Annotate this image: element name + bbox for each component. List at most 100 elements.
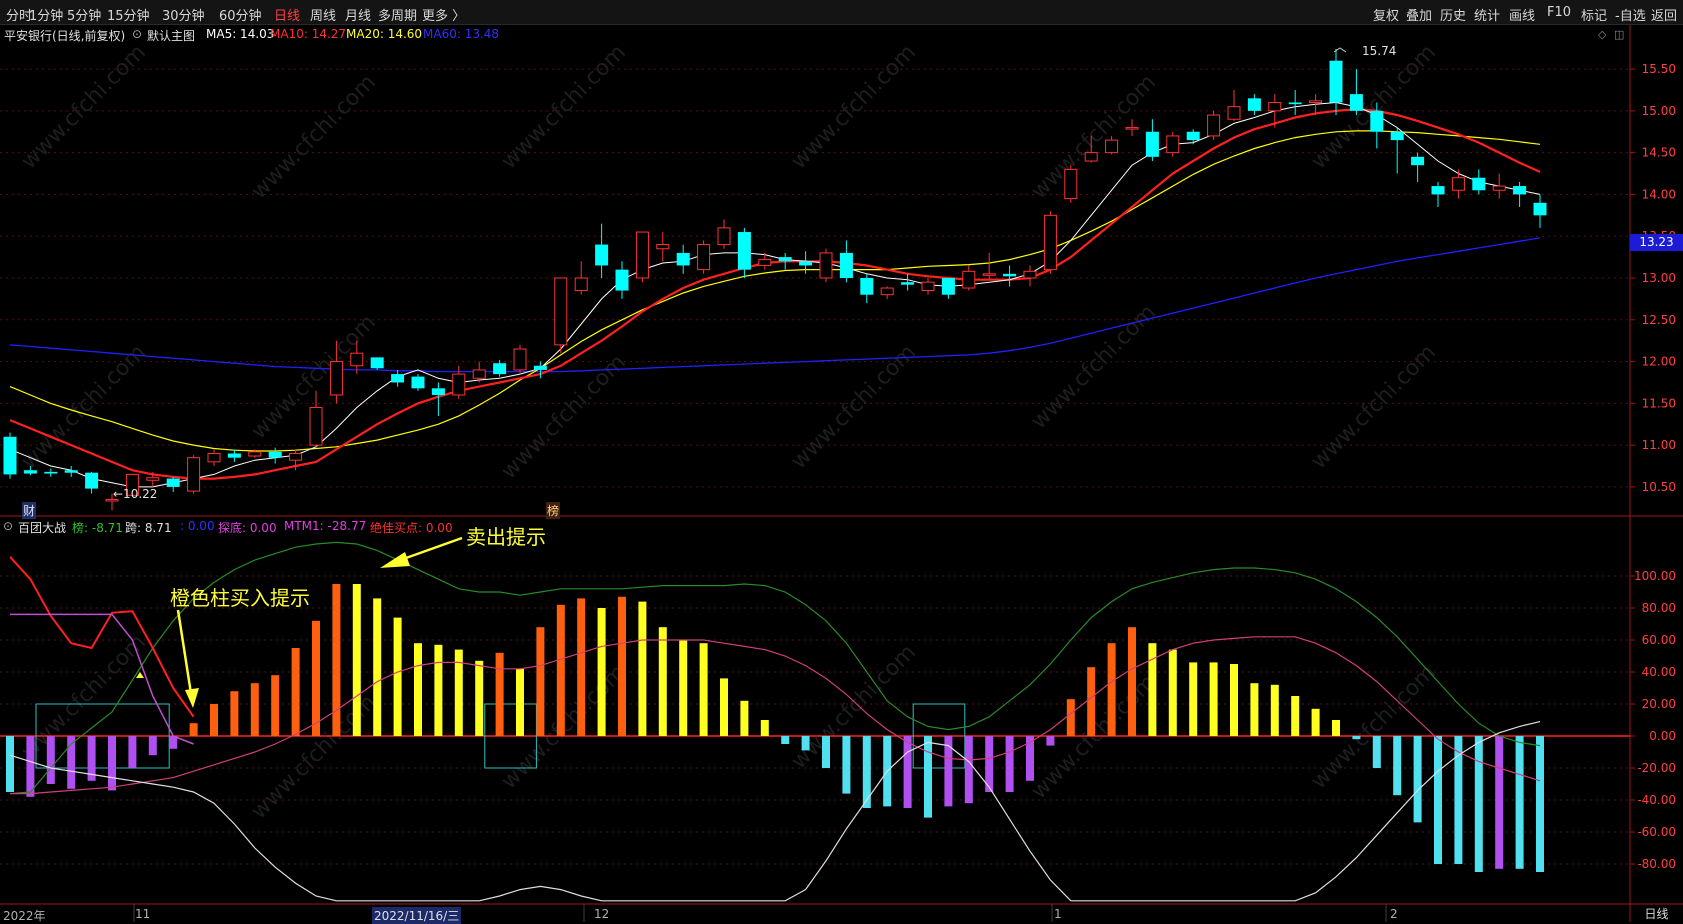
period-tab[interactable]: 1分钟 [29, 5, 63, 24]
candle-body-down [1329, 60, 1343, 103]
period-tab[interactable]: 多周期 [378, 5, 417, 24]
candle-body-down [391, 374, 405, 383]
indicator-bar [1066, 699, 1075, 736]
ma5-value: MA5: 14.03 [206, 27, 275, 41]
toolbar-button[interactable]: 历史 [1440, 5, 1466, 24]
indicator-bar [1168, 649, 1177, 736]
period-tab[interactable]: 周线 [310, 5, 336, 24]
indicator-bar [414, 643, 422, 736]
indicator-bar [1393, 736, 1402, 796]
period-tab[interactable]: 15分钟 [107, 5, 150, 24]
indicator-bar [128, 736, 137, 768]
indicator-bar [638, 601, 647, 736]
indicator-bar [699, 643, 708, 736]
candle-body-up [574, 277, 588, 292]
toolbar-button[interactable]: 统计 [1474, 5, 1500, 24]
time-label: 2 [1390, 907, 1398, 921]
buy-arrow-head [185, 688, 199, 708]
candle-body-up [1023, 270, 1037, 279]
indicator-bar [1107, 643, 1116, 736]
y-tick-label: 11.50 [1642, 396, 1676, 410]
candle-body-up [1227, 106, 1241, 120]
candle-body-down [431, 388, 445, 395]
candle-body-down [1370, 110, 1384, 132]
finance-marker[interactable]: 财 [22, 502, 37, 519]
candle-body-down [227, 453, 241, 458]
indicator-bar [740, 700, 749, 736]
candle-body-up [452, 373, 466, 396]
candle-body-down [1349, 94, 1363, 111]
main-chart-infoline: 平安银行(日线,前复权) ⊙ 默认主图 MA5: 14.03 MA10: 14.… [0, 25, 1630, 43]
indicator-bar [1250, 683, 1259, 736]
candle-body-down [44, 471, 58, 474]
watermark-text: www.cfchi.com [787, 40, 921, 174]
low-price-label: ←10.22 [113, 487, 158, 501]
indicator-bar [1372, 736, 1381, 768]
indicator-bar [250, 683, 259, 736]
candle-body-up [697, 244, 711, 271]
indicator-bar [6, 736, 14, 792]
rank-marker[interactable]: 榜 [546, 502, 561, 519]
candle-body-down [268, 451, 282, 458]
period-label[interactable]: 日线 [1630, 905, 1683, 922]
y-tick-label: 80.00 [1642, 601, 1676, 615]
toolbar-button[interactable]: 复权 [1373, 5, 1399, 24]
candle-body-up [880, 287, 894, 296]
indicator-bar [26, 736, 35, 797]
main-template-label[interactable]: 默认主图 [147, 27, 195, 44]
settings-icon[interactable]: ⊙ [3, 519, 13, 533]
indicator-name[interactable]: 百团大战 [18, 519, 66, 536]
period-tab[interactable]: 60分钟 [219, 5, 262, 24]
toolbar-button[interactable]: 画线 [1509, 5, 1535, 24]
indicator-bar [556, 604, 565, 736]
toolbar-button[interactable]: 叠加 [1406, 5, 1432, 24]
indicator-bar [1270, 684, 1279, 736]
period-toolbar: 分时 1分钟 5分钟 15分钟 30分钟 60分钟 日线 周线 月线 多周期 更多 〉复权 叠加 历史统… [0, 0, 1683, 25]
time-label: 11 [135, 907, 151, 921]
y-tick-label: 20.00 [1642, 697, 1676, 711]
period-tab[interactable]: 更多 〉 [422, 5, 465, 24]
watermark-text: www.cfchi.com [787, 640, 921, 774]
candle-body-down [1247, 98, 1261, 111]
candle-body-down [615, 269, 629, 291]
indicator-bar [1046, 736, 1055, 746]
time-label: 1 [1054, 907, 1062, 921]
ma20-value: MA20: 14.60 [346, 27, 423, 41]
indicator-bar [1413, 736, 1422, 823]
bang-value: 榜: -8.71 [72, 521, 123, 535]
indicator-bar [1332, 720, 1340, 736]
time-axis: 2022年 11 2022/11/16/三 12 1 2 [0, 905, 1630, 924]
candle-body-down [1431, 186, 1445, 195]
candle-body-down [1145, 131, 1159, 157]
toolbar-button[interactable]: 返回 [1651, 5, 1677, 24]
candle-body-up [350, 352, 364, 367]
candle-body-up [819, 252, 833, 279]
y-tick-label: 10.50 [1642, 480, 1676, 494]
toolbar-button[interactable]: 标记 [1581, 5, 1607, 24]
period-tab[interactable]: 日线 [274, 5, 300, 24]
candle-body-down [676, 252, 690, 266]
toolbar-button[interactable]: F10 [1547, 5, 1571, 20]
period-tab[interactable]: 5分钟 [67, 5, 101, 24]
y-tick-label: 14.50 [1642, 146, 1676, 160]
ma60-line [9, 237, 1541, 373]
chevron-down-icon[interactable]: ⊙ [132, 27, 142, 41]
indicator-bar [332, 584, 341, 736]
stock-title[interactable]: 平安银行(日线,前复权) [4, 27, 125, 44]
indicator-infoline: ⊙ 百团大战 榜: -8.71 跨: 8.71 : 0.00 探底: 0.00 … [0, 518, 1630, 536]
indicator-bar [842, 736, 851, 794]
candle-body-down [1472, 177, 1486, 191]
indicator-bar [46, 736, 55, 784]
candle-body-up [187, 457, 201, 492]
time-label: 2022年 [3, 909, 46, 923]
indicator-bar [1128, 627, 1136, 736]
chart-canvas: www.cfchi.com www.cfchi.com www.cfchi.com w… [0, 24, 1683, 922]
candle-body-down [941, 278, 955, 295]
indicator-bar [230, 691, 239, 736]
y-tick-label: 15.00 [1642, 104, 1676, 118]
buy-arrow-line [176, 609, 194, 701]
period-tab[interactable]: 30分钟 [162, 5, 205, 24]
toolbar-button[interactable]: -自选 [1615, 5, 1646, 24]
indicator-bar [822, 736, 830, 768]
period-tab[interactable]: 月线 [345, 5, 371, 24]
